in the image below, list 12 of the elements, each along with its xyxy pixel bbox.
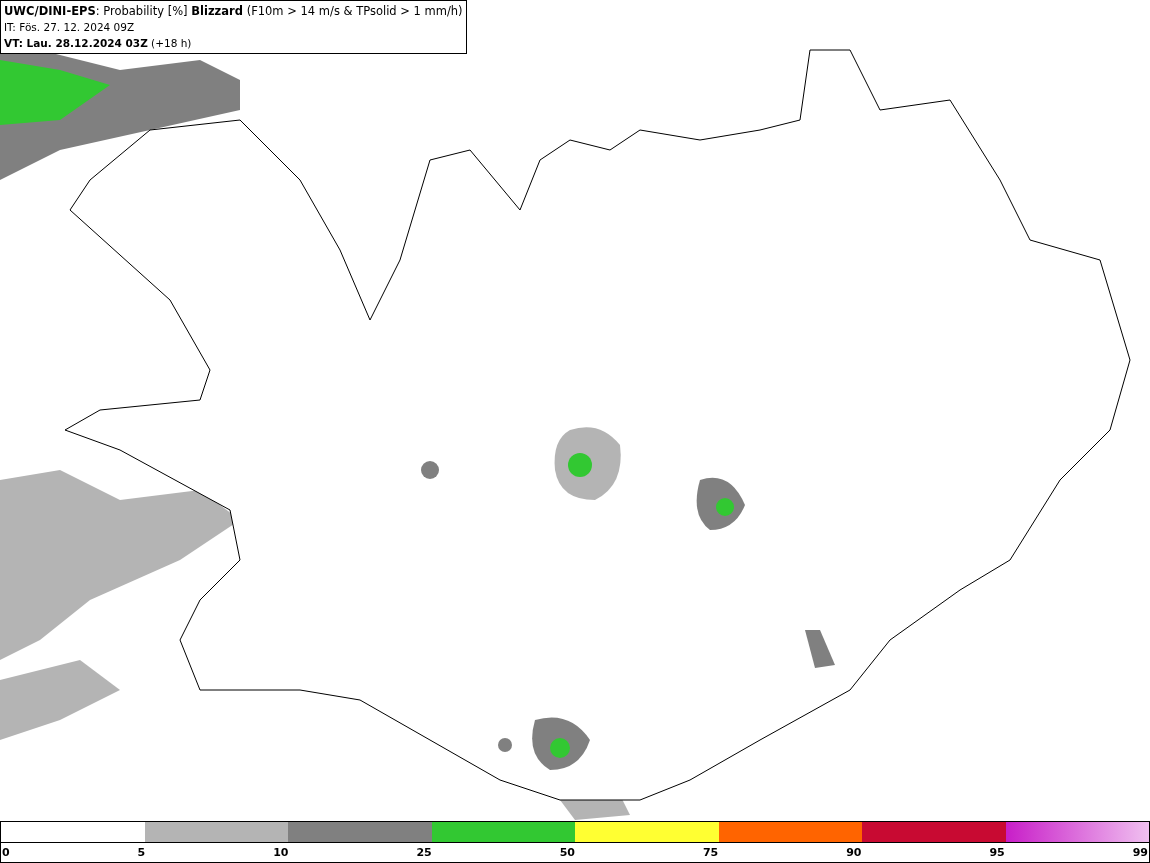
scale-label: 95 bbox=[989, 845, 1005, 861]
title-line: IT: Fös. 27. 12. 2024 09Z bbox=[4, 20, 136, 35]
scale-label: 0 bbox=[2, 845, 10, 861]
scale-label: 5 bbox=[137, 845, 146, 861]
scale-label: 75 bbox=[702, 845, 719, 861]
scale-label: 90 bbox=[846, 845, 862, 861]
title-line: UWC/DINI-EPS: Probability [%] Blizzard (F10m > 14 m/s & TPsolid > 1 mm/h) bbox=[4, 3, 463, 19]
scale-label: 99 bbox=[1132, 845, 1148, 861]
scale-label: 50 bbox=[559, 845, 575, 861]
title-line: VT: Lau. 28.12.2024 03Z (+18 h) bbox=[4, 36, 193, 51]
scale-label: 25 bbox=[416, 845, 432, 861]
scale-label: 10 bbox=[273, 845, 289, 861]
